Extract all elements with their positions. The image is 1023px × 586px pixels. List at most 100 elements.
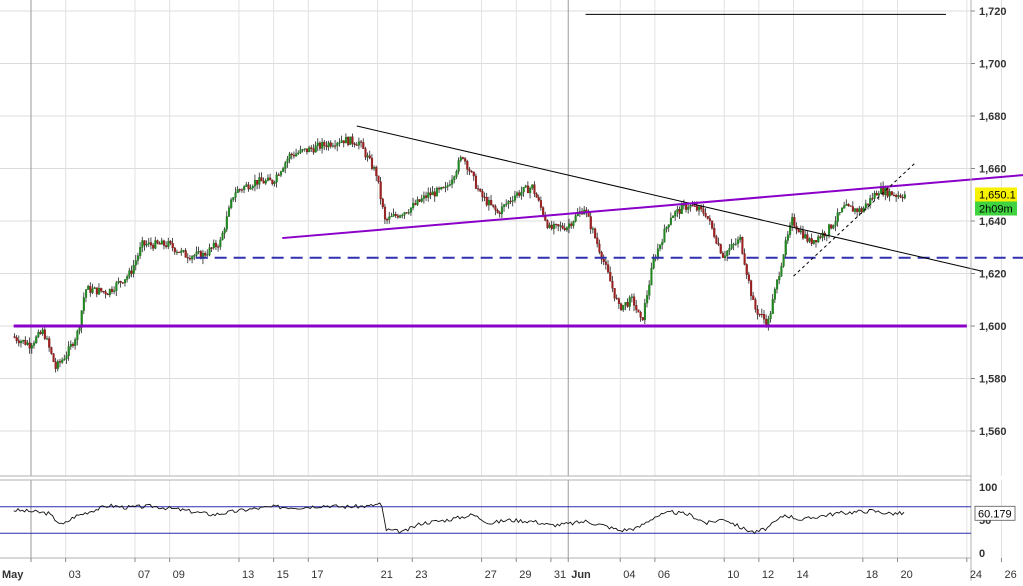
candle-body xyxy=(271,179,274,184)
candle-body xyxy=(533,184,536,195)
candle-body xyxy=(507,200,510,205)
x-tick-label: 07 xyxy=(138,569,150,581)
candle-body xyxy=(637,309,640,313)
candle-body xyxy=(695,205,698,211)
candle-body xyxy=(635,305,638,310)
candle-body xyxy=(832,225,835,229)
candle-body xyxy=(890,191,893,196)
candle-body xyxy=(290,153,293,156)
candle-body xyxy=(149,242,153,246)
candle-body xyxy=(173,247,176,253)
candle-body xyxy=(596,237,599,245)
candle-body xyxy=(496,210,499,213)
candle-body xyxy=(745,264,748,275)
candle-body xyxy=(611,281,614,289)
candle-body xyxy=(481,191,484,198)
candle-body xyxy=(76,330,79,340)
candle-body xyxy=(178,251,181,253)
candle-body xyxy=(628,297,631,307)
candle-body xyxy=(401,214,404,216)
candle-body xyxy=(435,187,439,197)
candle-body xyxy=(342,140,345,144)
candle-body xyxy=(474,175,478,189)
x-tick-label: 09 xyxy=(173,569,185,581)
candle-body xyxy=(396,215,400,218)
candle-body xyxy=(503,204,506,207)
candle-body xyxy=(758,314,761,316)
candle-body xyxy=(412,203,415,208)
x-tick-label: 15 xyxy=(277,569,289,581)
candle-body xyxy=(180,250,183,253)
candle-body xyxy=(734,243,737,245)
candle-body xyxy=(219,239,222,247)
candle-body xyxy=(399,215,402,218)
candle-body xyxy=(561,225,564,229)
candle-body xyxy=(299,149,302,153)
candle-body xyxy=(717,243,720,245)
candle-body xyxy=(30,345,33,349)
candle-body xyxy=(626,302,629,307)
candle-body xyxy=(747,274,750,281)
candle-body xyxy=(392,214,395,217)
candle-body xyxy=(383,206,387,220)
candle-body xyxy=(318,142,322,149)
x-tick-label: 29 xyxy=(519,569,531,581)
candle-body xyxy=(227,207,231,217)
candle-body xyxy=(698,206,701,211)
candle-body xyxy=(136,255,140,261)
candle-body xyxy=(331,145,335,147)
candle-body xyxy=(453,176,456,180)
candle-body xyxy=(394,214,397,216)
candle-body xyxy=(108,288,111,296)
candle-body xyxy=(812,240,815,244)
candle-body xyxy=(479,189,482,192)
candle-body xyxy=(455,171,458,177)
candle-body xyxy=(379,181,382,200)
candle-body xyxy=(607,264,610,273)
candle-body xyxy=(537,197,540,201)
candle-body xyxy=(375,167,378,177)
candle-body xyxy=(704,213,707,217)
x-tick-label: 26 xyxy=(1004,569,1016,581)
candle-body xyxy=(338,142,341,144)
candle-body xyxy=(784,240,787,255)
candle-body xyxy=(617,298,621,304)
candle-body xyxy=(152,244,155,249)
candle-body xyxy=(763,314,766,320)
candle-body xyxy=(85,289,88,298)
candle-body xyxy=(223,229,226,234)
candle-body xyxy=(370,157,374,169)
candle-body xyxy=(78,327,81,332)
candle-body xyxy=(743,253,746,265)
candle-body xyxy=(366,155,369,158)
candle-body xyxy=(838,211,841,214)
candle-body xyxy=(301,149,304,151)
rsi-value-label: 60.179 xyxy=(978,508,1012,520)
candle-body xyxy=(661,242,664,245)
candle-body xyxy=(364,148,367,158)
candle-body xyxy=(624,302,627,306)
candle-body xyxy=(448,184,452,186)
candle-body xyxy=(321,141,324,149)
x-tick-label: 31 xyxy=(554,569,566,581)
candle-body xyxy=(416,199,419,205)
candle-body xyxy=(115,282,118,291)
price-chart[interactable]: 1,560 1,580 1,600 1,620 1,640 1,660 1,680 1,700… xyxy=(0,0,1023,581)
candle-body xyxy=(308,147,311,153)
y-tick-label: 1,640 xyxy=(979,216,1007,228)
candle-body xyxy=(854,208,857,212)
x-tick-label: 17 xyxy=(311,569,323,581)
candle-body xyxy=(210,247,213,249)
candle-body xyxy=(786,234,789,241)
candle-body xyxy=(871,198,874,200)
candle-body xyxy=(256,180,259,185)
candle-body xyxy=(282,168,285,172)
y-tick-label: 1,720 xyxy=(979,6,1007,18)
candle-body xyxy=(24,339,27,345)
candle-body xyxy=(565,227,569,231)
candle-body xyxy=(815,240,818,243)
candle-body xyxy=(526,185,530,194)
candle-body xyxy=(602,259,605,263)
candle-body xyxy=(665,227,668,230)
candle-body xyxy=(732,243,735,245)
